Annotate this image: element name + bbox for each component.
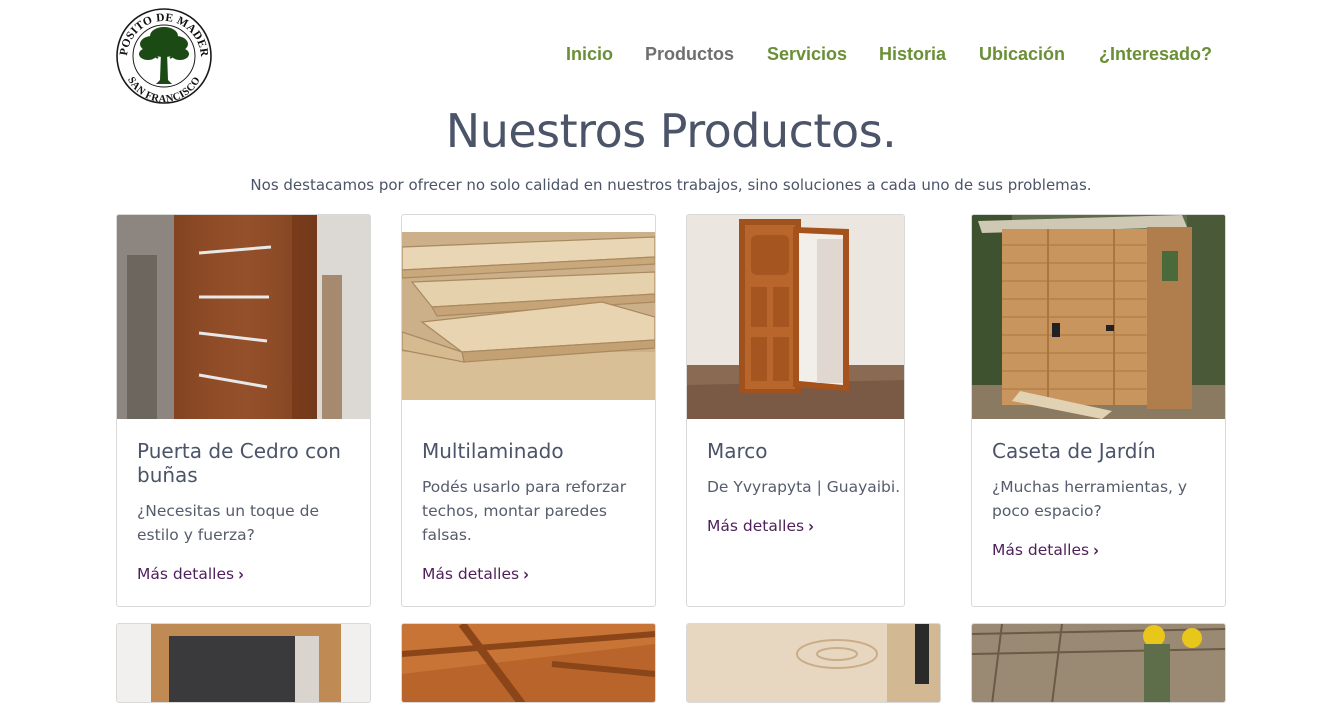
- cedar-door-image: [117, 215, 370, 419]
- plywood-image: [402, 232, 655, 400]
- card-description: Podés usarlo para reforzar techos, monta…: [422, 478, 627, 544]
- nav-inicio[interactable]: Inicio: [566, 44, 613, 65]
- construction-workers-image: [972, 624, 1225, 702]
- card-description: De Yvyrapyta | Guayaibi.: [707, 478, 901, 496]
- card-title: Caseta de Jardín: [992, 439, 1156, 463]
- more-details-link[interactable]: Más detalles ›: [137, 565, 244, 585]
- door-frame-closeup-image: [117, 624, 370, 702]
- more-details-link[interactable]: Más detalles ›: [422, 565, 529, 585]
- card-title: Marco: [707, 439, 768, 463]
- product-card: Marco De Yvyrapyta | Guayaibi. Más detal…: [686, 214, 905, 607]
- more-details-link[interactable]: Más detalles ›: [707, 517, 814, 537]
- more-details-label: Más detalles: [137, 565, 235, 583]
- more-details-link[interactable]: Más detalles ›: [992, 541, 1099, 561]
- wood-planks-image: [687, 624, 940, 702]
- nav-productos[interactable]: Productos: [645, 44, 734, 65]
- main-nav: Inicio Productos Servicios Historia Ubic…: [0, 44, 1342, 70]
- page-subtitle: Nos destacamos por ofrecer no solo calid…: [250, 176, 1092, 194]
- product-card: Caseta de Jardín ¿Muchas herramientas, y…: [971, 214, 1226, 607]
- product-card: [116, 623, 371, 703]
- chevron-right-icon: ›: [523, 565, 529, 585]
- card-title: Multilaminado: [422, 439, 564, 463]
- product-card: [971, 623, 1226, 703]
- product-card: [686, 623, 941, 703]
- chevron-right-icon: ›: [808, 517, 814, 537]
- garden-shed-image: [972, 215, 1225, 419]
- more-details-label: Más detalles: [992, 541, 1090, 559]
- more-details-label: Más detalles: [707, 517, 805, 535]
- product-card: [401, 623, 656, 703]
- nav-historia[interactable]: Historia: [879, 44, 946, 65]
- card-description: ¿Necesitas un toque de estilo y fuerza?: [137, 502, 320, 544]
- product-card: Multilaminado Podés usarlo para reforzar…: [401, 214, 656, 607]
- nav-ubicacion[interactable]: Ubicación: [979, 44, 1065, 65]
- card-description: ¿Muchas herramientas, y poco espacio?: [992, 478, 1188, 520]
- page-title: Nuestros Productos.: [445, 104, 897, 158]
- nav-interesado[interactable]: ¿Interesado?: [1099, 44, 1212, 65]
- wood-ceiling-image: [402, 624, 655, 702]
- chevron-right-icon: ›: [1093, 541, 1099, 561]
- door-frame-image: [687, 215, 904, 419]
- chevron-right-icon: ›: [238, 565, 244, 585]
- card-title: Puerta de Cedro con buñas: [137, 439, 341, 487]
- nav-servicios[interactable]: Servicios: [767, 44, 847, 65]
- product-card: Puerta de Cedro con buñas ¿Necesitas un …: [116, 214, 371, 607]
- more-details-label: Más detalles: [422, 565, 520, 583]
